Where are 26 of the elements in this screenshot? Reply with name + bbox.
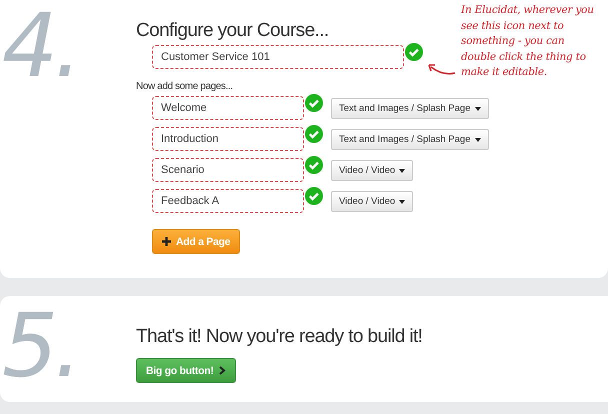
page-name-field[interactable]: Scenario	[152, 158, 304, 182]
check-icon	[305, 125, 323, 143]
caret-icon	[399, 168, 406, 172]
course-name-field[interactable]: Customer Service 101	[152, 45, 404, 69]
check-icon	[305, 156, 323, 174]
check-icon	[305, 187, 323, 205]
step-number: 4.	[2, 0, 78, 92]
check-icon	[405, 43, 423, 61]
caret-icon	[399, 200, 406, 204]
section-title: Configure your Course...	[136, 20, 329, 42]
page-name-field[interactable]: Welcome	[152, 96, 304, 120]
section-title: That's it! Now you're ready to build it!	[136, 326, 422, 348]
plus-icon	[162, 237, 171, 246]
caret-icon	[474, 138, 480, 142]
caret-icon	[474, 106, 480, 110]
page-type-dropdown[interactable]: Video / Video	[331, 160, 414, 181]
chevron-right-icon	[218, 366, 226, 375]
page-type-dropdown[interactable]: Video / Video	[331, 191, 414, 212]
page-type-dropdown[interactable]: Text and Images / Splash Page	[331, 98, 488, 119]
check-icon	[305, 94, 323, 112]
page-name-field[interactable]: Feedback A	[152, 189, 304, 213]
page-name-field[interactable]: Introduction	[152, 127, 304, 151]
page-type-dropdown[interactable]: Text and Images / Splash Page	[331, 129, 488, 150]
pages-label: Now add some pages...	[136, 81, 233, 92]
step-number: 5.	[2, 300, 78, 392]
annotation-note: In Elucidat, wherever you see this icon next to something - you can double click the thing to make it editable.	[461, 3, 594, 80]
